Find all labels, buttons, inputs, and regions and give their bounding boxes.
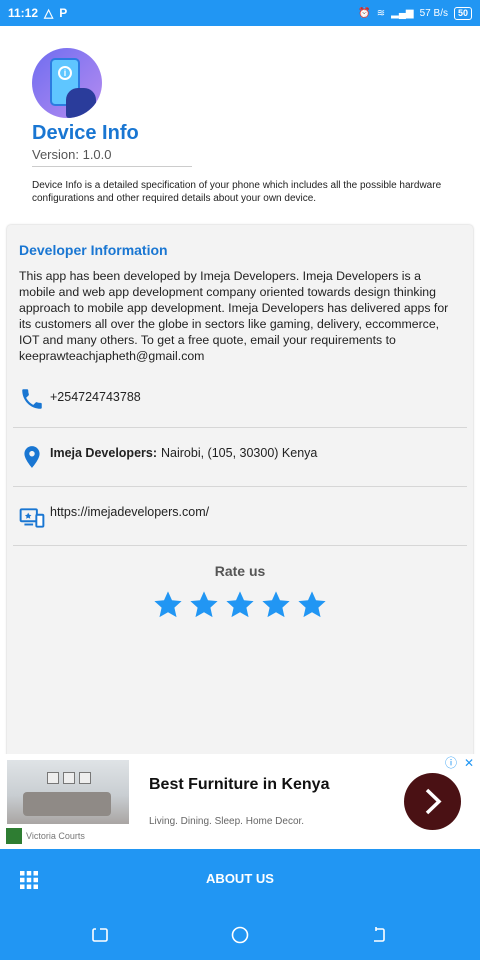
ad-title[interactable]: Best Furniture in Kenya: [149, 776, 329, 794]
ad-subtitle: Living. Dining. Sleep. Home Decor.: [149, 816, 305, 827]
rate-us-label: Rate us: [214, 563, 266, 579]
bottom-bar: ABOUT US: [0, 849, 480, 960]
phone-number[interactable]: +254724743788: [50, 390, 141, 404]
company-name: Imeja Developers:: [50, 446, 157, 460]
ad-close-icon[interactable]: ✕: [462, 756, 476, 770]
rating-stars[interactable]: [7, 589, 473, 621]
signal-icon: ▂▄▆: [391, 7, 414, 19]
website-row[interactable]: https://imejadevelopers.com/: [13, 487, 467, 546]
back-icon[interactable]: [368, 925, 388, 945]
battery-icon: 50: [453, 6, 472, 20]
star-icon[interactable]: [152, 589, 184, 621]
developer-body: This app has been developed by Imeja Dev…: [19, 269, 449, 363]
star-icon[interactable]: [224, 589, 256, 621]
ad-open-button[interactable]: [404, 773, 461, 830]
ad-info-icon[interactable]: ⓘ: [444, 756, 458, 770]
home-icon[interactable]: [230, 925, 250, 945]
net-speed: 57 B/s: [419, 7, 448, 19]
app-version: Version: 1.0.0: [32, 147, 192, 167]
ad-brand-logo: [6, 828, 22, 844]
location-pin-icon: [24, 446, 40, 468]
developer-card: Developer Information This app has been …: [7, 225, 473, 765]
app-header: i Device Info Version: 1.0.0 Device Info…: [32, 48, 472, 205]
star-icon[interactable]: [296, 589, 328, 621]
website-link[interactable]: https://imejadevelopers.com/: [50, 505, 209, 519]
app-logo: i: [32, 48, 102, 118]
phone-icon: [22, 389, 42, 409]
parking-icon: P: [59, 6, 68, 20]
status-bar: 11:12 △ P ⏰ ≋ ▂▄▆ 57 B/s 50: [0, 0, 480, 26]
battery-level: 50: [457, 7, 468, 18]
app-title: Device Info: [32, 122, 139, 144]
star-icon[interactable]: [188, 589, 220, 621]
ad-image[interactable]: [7, 760, 129, 824]
warning-icon: △: [44, 6, 54, 20]
star-icon[interactable]: [260, 589, 292, 621]
about-us-button[interactable]: ABOUT US: [0, 871, 480, 886]
chevron-right-icon: [425, 788, 442, 815]
recent-apps-icon[interactable]: [90, 925, 110, 945]
ad-banner[interactable]: Victoria Courts Best Furniture in Kenya …: [0, 754, 480, 849]
company-address: Nairobi, (105, 30300) Kenya: [161, 446, 318, 460]
developer-title: Developer Information: [19, 242, 168, 258]
devices-icon: [19, 508, 45, 528]
status-time: 11:12: [8, 6, 39, 20]
alarm-icon: ⏰: [358, 7, 371, 19]
phone-row[interactable]: +254724743788: [13, 375, 467, 428]
ad-brand-name: Victoria Courts: [26, 831, 85, 841]
wifi-icon: ≋: [376, 7, 386, 19]
app-description: Device Info is a detailed specification …: [32, 180, 442, 204]
address-row[interactable]: Imeja Developers: Nairobi, (105, 30300) K…: [13, 428, 467, 487]
